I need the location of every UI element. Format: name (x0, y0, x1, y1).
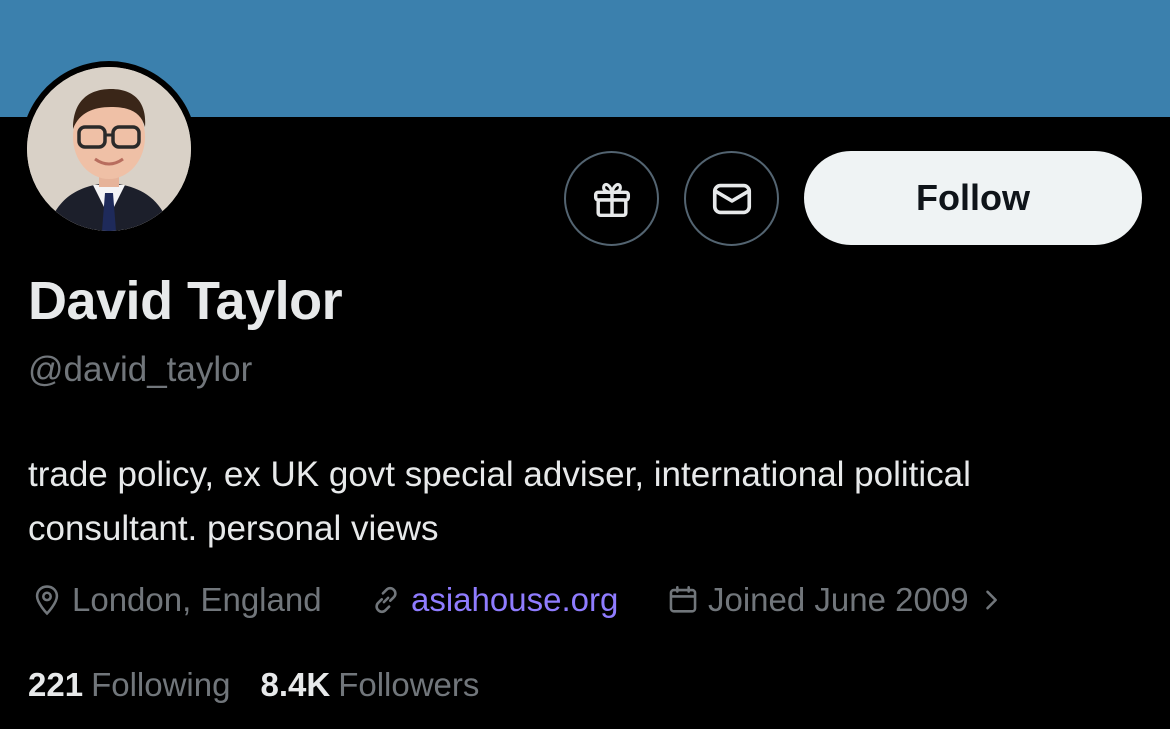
location-text: London, England (72, 581, 322, 618)
user-handle: @david_taylor (28, 350, 253, 389)
chevron-right-icon (985, 590, 997, 610)
message-button[interactable] (684, 151, 779, 246)
location-item: London, England (30, 578, 322, 622)
person-photo-icon (27, 67, 191, 231)
joined-text: Joined June 2009 (708, 581, 969, 618)
following-stat[interactable]: 221 Following (28, 666, 230, 704)
follow-button[interactable]: Follow (804, 151, 1142, 245)
following-count: 221 (28, 666, 84, 703)
followers-label: Followers (338, 666, 480, 703)
avatar-photo (27, 67, 191, 231)
website-link[interactable]: asiahouse.org (411, 581, 618, 619)
joined-item[interactable]: Joined June 2009 (666, 578, 1005, 622)
calendar-icon (669, 585, 697, 613)
envelope-icon (712, 183, 751, 214)
avatar[interactable] (21, 61, 197, 237)
website-item[interactable]: asiahouse.org (369, 578, 618, 622)
profile-bio: trade policy, ex UK govt special adviser… (28, 455, 971, 548)
profile-stats: 221 Following 8.4K Followers (28, 666, 509, 704)
display-name: David Taylor (28, 271, 343, 331)
followers-count: 8.4K (260, 666, 331, 703)
gift-button[interactable] (564, 151, 659, 246)
gift-icon (593, 182, 630, 217)
location-pin-icon (35, 585, 59, 616)
followers-stat[interactable]: 8.4K Followers (260, 666, 479, 704)
following-label: Following (91, 666, 231, 703)
link-icon (375, 586, 397, 614)
